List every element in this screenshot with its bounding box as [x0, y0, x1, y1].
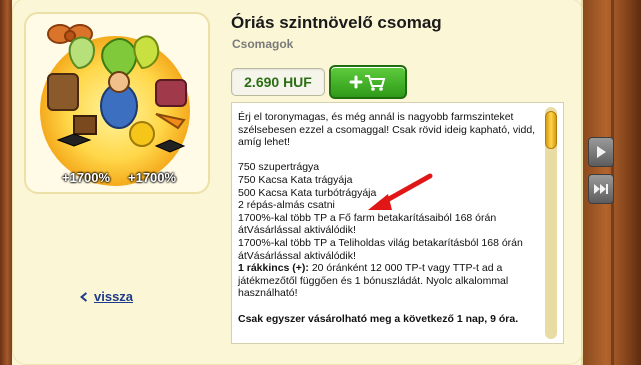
chevron-left-icon: [80, 292, 88, 302]
rakkincs-item: 1 rákkincs (+): 20 óránként 12 000 TP-t …: [238, 262, 538, 300]
pointer-arrow-icon: [368, 173, 433, 210]
package-items-illustration: [47, 35, 187, 153]
next-button[interactable]: [588, 137, 614, 167]
package-panel: +1700% +1700% Óriás szintnövelő csomag C…: [12, 0, 583, 365]
rakkincs-label: 1 rákkincs (+):: [238, 262, 309, 275]
package-category: Csomagok: [232, 37, 294, 51]
back-link[interactable]: vissza: [80, 289, 134, 304]
fast-forward-button[interactable]: [588, 174, 614, 204]
price-display: 2.690 HUF: [231, 68, 325, 96]
description-box[interactable]: Érj el toronymagas, és még annál is nagy…: [231, 102, 564, 344]
list-item: 1700%-kal több TP a Teliholdas világ bet…: [238, 236, 523, 262]
purchase-limit-note: Csak egyszer vásárolható meg a következő…: [238, 312, 519, 325]
back-link-label: vissza: [94, 289, 134, 304]
bonus-badge-right: +1700%: [128, 170, 177, 185]
wood-frame-left: [0, 0, 12, 365]
buy-button[interactable]: [329, 65, 407, 99]
add-to-cart-icon: [349, 75, 386, 91]
package-image: +1700% +1700%: [24, 12, 210, 194]
description-intro: Érj el toronymagas, és még annál is nagy…: [238, 111, 536, 149]
bonus-badge-left: +1700%: [62, 170, 111, 185]
scrollbar-thumb[interactable]: [545, 111, 557, 149]
play-icon: [597, 146, 606, 158]
fast-forward-icon: [594, 184, 608, 194]
description-text: Érj el toronymagas, és még annál is nagy…: [238, 111, 538, 325]
package-title: Óriás szintnövelő csomag: [231, 13, 442, 32]
